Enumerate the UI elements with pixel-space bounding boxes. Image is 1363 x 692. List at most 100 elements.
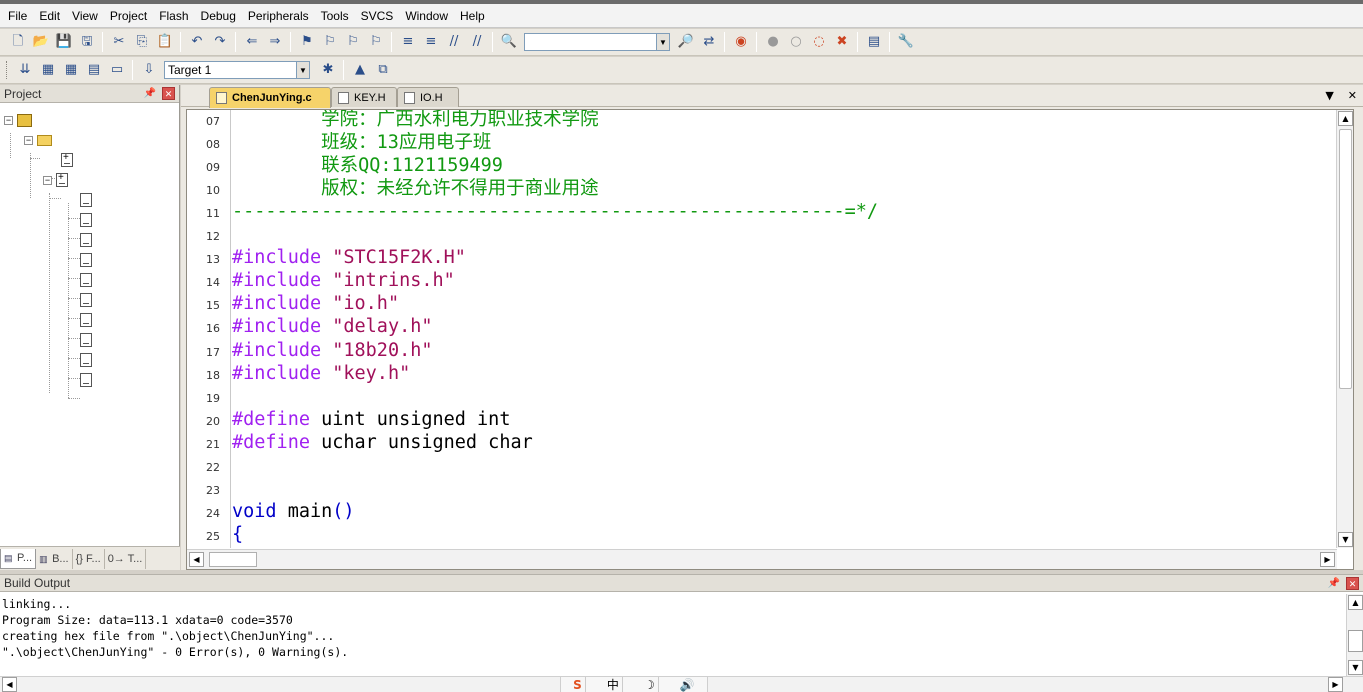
vertical-scrollbar[interactable]: ▲ ▼ — [1346, 594, 1363, 676]
menu-flash[interactable]: Flash — [153, 7, 194, 25]
scroll-up-icon[interactable]: ▲ — [1338, 111, 1353, 126]
ime-logo-icon[interactable]: S — [570, 676, 586, 692]
tab-chenjunying-c[interactable]: ChenJunYing.c — [209, 87, 331, 108]
scroll-down-icon[interactable]: ▼ — [1338, 532, 1353, 547]
menu-help[interactable]: Help — [454, 7, 491, 25]
incremental-find-icon[interactable]: 🔎 — [677, 33, 695, 51]
close-icon[interactable]: ✕ — [1346, 576, 1359, 590]
menu-peripherals[interactable]: Peripherals — [242, 7, 315, 25]
copy-icon[interactable]: ⎘ — [133, 33, 151, 51]
target-select[interactable]: Target 1 ▼ — [164, 61, 310, 79]
menu-view[interactable]: View — [66, 7, 104, 25]
window-layout-icon[interactable]: ▤ — [865, 33, 883, 51]
chevron-down-icon[interactable]: ▼ — [296, 62, 309, 78]
undo-icon[interactable]: ↶ — [188, 33, 206, 51]
tree-item-startup[interactable] — [61, 150, 78, 170]
scroll-left-icon[interactable]: ◀ — [2, 677, 17, 692]
nav-back-icon[interactable]: ⇐ — [243, 33, 261, 51]
tree-item-target[interactable]: − — [4, 110, 41, 130]
tree-item-include[interactable] — [80, 350, 97, 370]
scroll-right-icon[interactable]: ▶ — [1328, 677, 1343, 692]
debug-session-icon[interactable]: ◉ — [732, 33, 750, 51]
save-all-icon[interactable]: 🖫 — [78, 33, 96, 51]
project-panel-tab[interactable]: {} F... — [73, 548, 105, 569]
breakpoint-enable-icon[interactable]: ○ — [787, 33, 805, 51]
download-icon[interactable]: ⇩ — [140, 61, 158, 79]
comment-icon[interactable]: // — [445, 33, 463, 51]
scroll-thumb[interactable] — [1339, 129, 1352, 389]
prev-bookmark-icon[interactable]: ⚐ — [321, 33, 339, 51]
scroll-right-icon[interactable]: ▶ — [1320, 552, 1335, 567]
menu-debug[interactable]: Debug — [195, 7, 242, 25]
horizontal-scrollbar[interactable]: ◀ ▶ — [187, 549, 1337, 569]
moon-icon[interactable]: ☽ — [641, 676, 659, 692]
collapse-icon[interactable]: − — [4, 115, 13, 125]
scroll-down-icon[interactable]: ▼ — [1348, 660, 1363, 675]
indent-icon[interactable]: ≡ — [399, 33, 417, 51]
close-icon[interactable]: ✕ — [162, 87, 175, 100]
paste-icon[interactable]: 📋 — [156, 33, 174, 51]
scroll-thumb[interactable] — [1348, 630, 1363, 652]
new-file-icon[interactable]: 🗋 — [9, 33, 27, 51]
scroll-left-icon[interactable]: ◀ — [189, 552, 204, 567]
menu-window[interactable]: Window — [399, 7, 454, 25]
redo-icon[interactable]: ↷ — [211, 33, 229, 51]
menu-tools[interactable]: Tools — [315, 7, 355, 25]
ime-language-toggle[interactable]: 中 — [604, 676, 623, 692]
unindent-icon[interactable]: ≡ — [422, 33, 440, 51]
nav-forward-icon[interactable]: ⇒ — [266, 33, 284, 51]
find-in-files-icon[interactable]: 🔍 — [500, 33, 518, 51]
scroll-up-icon[interactable]: ▲ — [1348, 595, 1363, 610]
project-panel-tab[interactable]: ▥ B... — [36, 548, 73, 569]
tab-io-h[interactable]: IO.H — [397, 87, 459, 107]
stop-build-icon[interactable]: ▭ — [108, 61, 126, 79]
translate-icon[interactable]: ⇊ — [16, 61, 34, 79]
pin-icon[interactable]: 📌 — [1328, 578, 1340, 589]
build-icon[interactable]: ▦ — [39, 61, 57, 79]
file-extensions-icon[interactable]: ⧉ — [374, 61, 392, 79]
breakpoint-insert-icon[interactable]: ● — [764, 33, 782, 51]
toolbar-grip[interactable] — [6, 61, 9, 79]
chevron-down-icon[interactable]: ▼ — [656, 34, 669, 50]
tree-item-include[interactable] — [80, 210, 97, 230]
tree-item-include[interactable] — [80, 230, 97, 250]
tree-item-include[interactable] — [80, 370, 97, 390]
bookmark-icon[interactable]: ⚑ — [298, 33, 316, 51]
next-bookmark-icon[interactable]: ⚐ — [344, 33, 362, 51]
batch-build-icon[interactable]: ▤ — [85, 61, 103, 79]
breakpoint-disable-icon[interactable]: ◌ — [810, 33, 828, 51]
tree-item-include[interactable] — [80, 330, 97, 350]
menu-file[interactable]: File — [2, 7, 33, 25]
menu-svcs[interactable]: SVCS — [355, 7, 400, 25]
replace-icon[interactable]: ⇄ — [700, 33, 718, 51]
tree-item-source-group[interactable]: − — [24, 130, 57, 150]
collapse-icon[interactable]: − — [24, 135, 33, 145]
cut-icon[interactable]: ✂ — [110, 33, 128, 51]
menu-edit[interactable]: Edit — [33, 7, 66, 25]
target-options-icon[interactable]: ✱ — [319, 61, 337, 79]
rebuild-icon[interactable]: ▦ — [62, 61, 80, 79]
tree-item-include[interactable] — [80, 270, 97, 290]
breakpoint-kill-icon[interactable]: ✖ — [833, 33, 851, 51]
close-icon[interactable]: ✕ — [1348, 89, 1357, 102]
code-area[interactable]: 学院：广西水利电力职业技术学院 班级：13应用电子班 联系QQ:11211594… — [232, 110, 1337, 548]
code-editor[interactable]: 07 08 09 10 11 12 13 14 15 16 17 18 19 20 21 22 23 24 25 学… — [186, 109, 1354, 570]
collapse-icon[interactable]: − — [43, 175, 52, 185]
speaker-icon[interactable]: 🔊 — [677, 677, 698, 692]
open-file-icon[interactable]: 📂 — [32, 33, 50, 51]
project-panel-tab[interactable]: 0→ T... — [105, 548, 147, 569]
vertical-scrollbar[interactable]: ▲ ▼ — [1336, 110, 1353, 548]
tree-item-main-c[interactable]: − — [43, 170, 73, 190]
uncomment-icon[interactable]: // — [468, 33, 486, 51]
tree-item-include[interactable] — [80, 310, 97, 330]
clear-bookmarks-icon[interactable]: ⚐ — [367, 33, 385, 51]
find-combo[interactable]: ▼ — [524, 33, 670, 51]
tab-list-icon[interactable]: ▼ — [1325, 89, 1333, 102]
tree-item-include[interactable] — [80, 190, 97, 210]
tree-item-include[interactable] — [80, 250, 97, 270]
manage-components-icon[interactable]: ▲ — [351, 61, 369, 79]
tree-item-include[interactable] — [80, 290, 97, 310]
scroll-thumb[interactable] — [209, 552, 257, 567]
configure-icon[interactable]: 🔧 — [897, 33, 915, 51]
pin-icon[interactable]: 📌 — [144, 88, 156, 99]
